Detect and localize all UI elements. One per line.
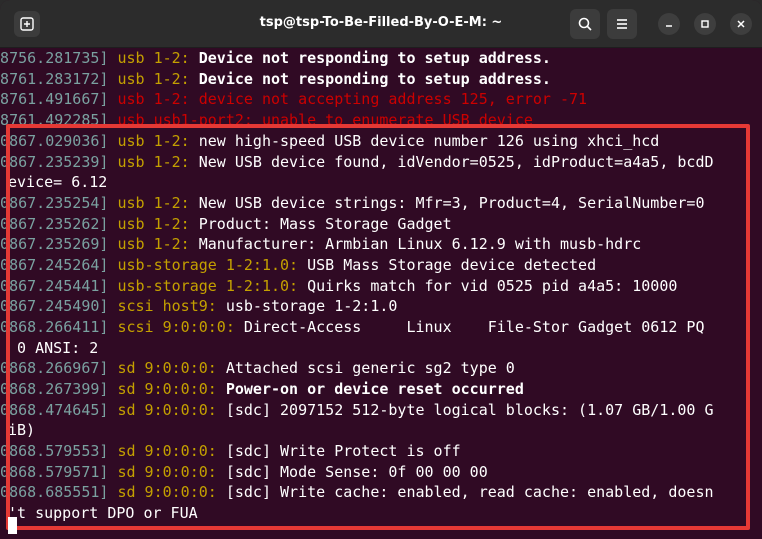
minimize-button[interactable] — [658, 13, 680, 35]
hamburger-menu-icon — [617, 19, 627, 29]
log-source: usb 1-2: — [108, 90, 190, 108]
search-icon — [578, 17, 592, 31]
log-message: device not accepting address 125, error … — [189, 90, 588, 108]
log-line: [ 8761.491667] usb 1-2: device not accep… — [0, 89, 587, 109]
maximize-button[interactable] — [694, 13, 716, 35]
log-timestamp: [ 8761.491667] — [0, 90, 109, 108]
log-line: [ 8761.283172] usb 1-2: Device not respo… — [0, 69, 551, 89]
log-message: Device not responding to setup address. — [189, 70, 551, 88]
search-button[interactable] — [570, 9, 600, 39]
log-line: [ 8756.281735] usb 1-2: Device not respo… — [0, 48, 551, 68]
log-source: usb 1-2: — [108, 70, 190, 88]
close-button[interactable] — [730, 13, 752, 35]
log-message: Device not responding to setup address. — [189, 49, 551, 67]
log-source: usb 1-2: — [108, 49, 190, 67]
terminal-window: tsp@tsp-To-Be-Filled-By-O-E-M: ~ 8756.28… — [0, 0, 762, 539]
maximize-icon — [701, 20, 709, 28]
minimize-icon — [666, 25, 672, 27]
log-timestamp: [ 8756.281735] — [0, 49, 109, 67]
log-timestamp: [ 8761.283172] — [0, 70, 109, 88]
window-title: tsp@tsp-To-Be-Filled-By-O-E-M: ~ — [259, 15, 503, 30]
title-bar: tsp@tsp-To-Be-Filled-By-O-E-M: ~ — [0, 0, 762, 48]
highlight-box — [6, 124, 750, 530]
menu-button[interactable] — [607, 9, 637, 39]
terminal-cursor — [8, 517, 17, 534]
close-icon — [737, 20, 745, 28]
